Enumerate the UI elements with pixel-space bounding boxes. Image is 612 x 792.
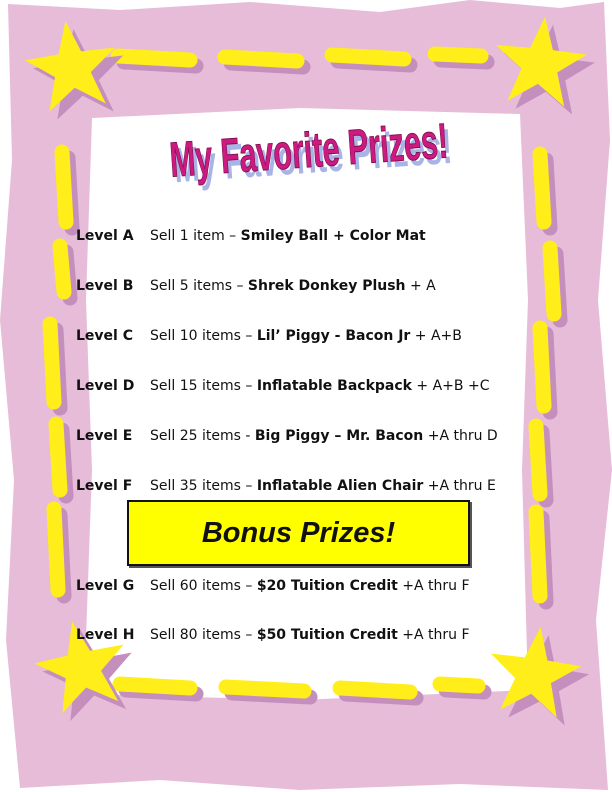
level-prize: Big Piggy – Mr. Bacon bbox=[254, 428, 424, 444]
level-extra: + A+B +C bbox=[411, 378, 490, 394]
level-extra: +A thru E bbox=[423, 478, 496, 494]
level-requirement: Sell 25 items - bbox=[150, 428, 255, 444]
level-requirement: Sell 15 items – bbox=[150, 378, 257, 394]
level-extra: +A thru D bbox=[423, 428, 498, 444]
level-label: Level D bbox=[76, 378, 135, 394]
level-row-e: Level E Sell 25 items - Big Piggy – Mr. B… bbox=[76, 428, 498, 444]
level-requirement: Sell 80 items – bbox=[150, 627, 257, 643]
level-row-b: Level B Sell 5 items – Shrek Donkey Plush… bbox=[76, 278, 436, 294]
level-row-c: Level C Sell 10 items – Lil’ Piggy - Baco… bbox=[76, 328, 462, 344]
level-requirement: Sell 35 items – bbox=[150, 478, 257, 494]
bonus-prizes-banner: Bonus Prizes! bbox=[127, 500, 470, 566]
level-row-h: Level H Sell 80 items – $50 Tuition Credi… bbox=[76, 627, 470, 643]
level-label: Level G bbox=[76, 578, 135, 594]
bonus-prizes-label: Bonus Prizes! bbox=[201, 516, 396, 549]
level-prize: Inflatable Alien Chair bbox=[256, 478, 424, 494]
level-prize: Shrek Donkey Plush bbox=[247, 278, 406, 294]
level-label: Level H bbox=[76, 627, 135, 643]
level-requirement: Sell 5 items – bbox=[150, 278, 248, 294]
level-prize: Lil’ Piggy - Bacon Jr bbox=[256, 328, 411, 344]
level-extra: + A+B bbox=[410, 328, 462, 344]
level-prize: $20 Tuition Credit bbox=[256, 578, 398, 594]
level-extra: + A bbox=[405, 278, 436, 294]
level-prize: $50 Tuition Credit bbox=[256, 627, 398, 643]
level-extra: +A thru F bbox=[397, 627, 470, 643]
level-extra: +A thru F bbox=[397, 578, 470, 594]
level-prize: Smiley Ball + Color Mat bbox=[240, 228, 426, 244]
page-title: My Favorite Prizes! My Favorite Prizes! bbox=[167, 113, 453, 192]
level-row-g: Level G Sell 60 items – $20 Tuition Credi… bbox=[76, 578, 470, 594]
level-row-f: Level F Sell 35 items – Inflatable Alien … bbox=[76, 478, 496, 494]
level-row-a: Level A Sell 1 item – Smiley Ball + Color… bbox=[76, 228, 426, 244]
level-prize: Inflatable Backpack bbox=[256, 378, 412, 394]
level-label: Level F bbox=[76, 478, 133, 494]
level-label: Level C bbox=[76, 328, 133, 344]
level-requirement: Sell 1 item – bbox=[150, 228, 241, 244]
level-label: Level E bbox=[76, 428, 133, 444]
level-requirement: Sell 10 items – bbox=[150, 328, 257, 344]
level-requirement: Sell 60 items – bbox=[150, 578, 257, 594]
level-row-d: Level D Sell 15 items – Inflatable Backpa… bbox=[76, 378, 489, 394]
level-label: Level A bbox=[76, 228, 134, 244]
level-label: Level B bbox=[76, 278, 134, 294]
